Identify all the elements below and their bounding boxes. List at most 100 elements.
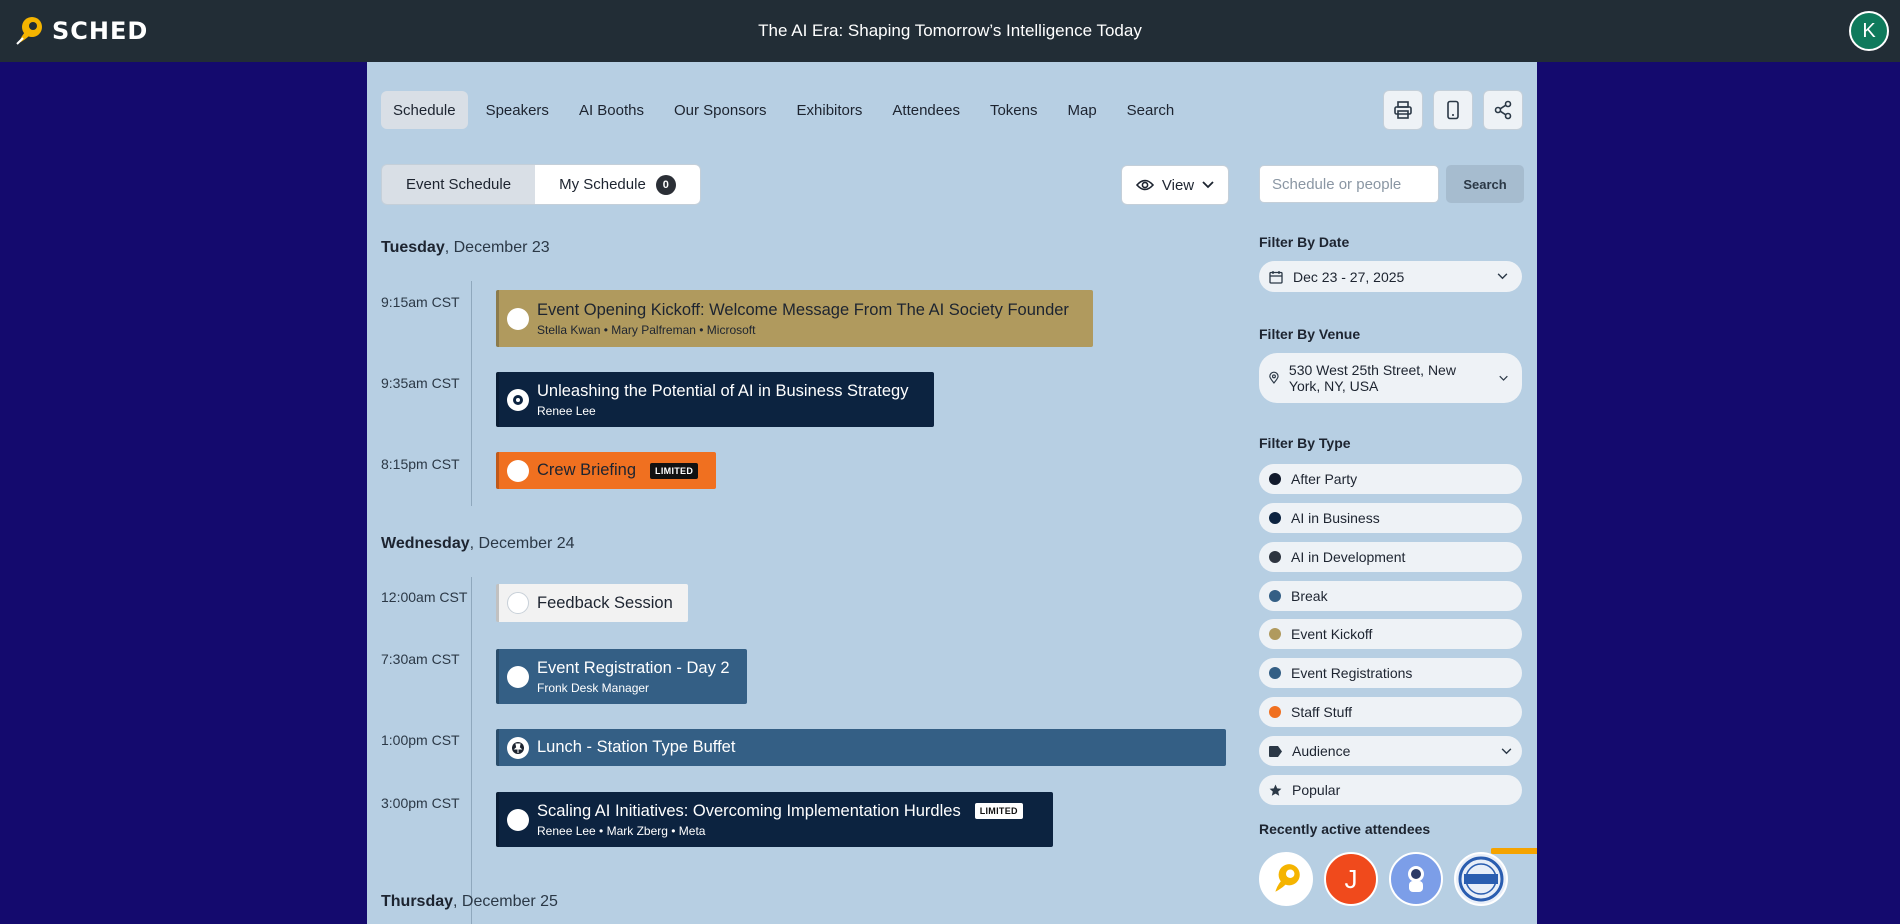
add-to-schedule-toggle[interactable] xyxy=(507,665,529,688)
type-name: Break xyxy=(1291,588,1328,604)
type-name: After Party xyxy=(1291,471,1358,487)
add-to-schedule-toggle[interactable] xyxy=(507,736,529,759)
session-title: Lunch - Station Type Buffet xyxy=(537,738,736,756)
astronaut-icon xyxy=(1408,866,1424,892)
add-to-schedule-toggle[interactable] xyxy=(507,592,529,614)
tab-speakers[interactable]: Speakers xyxy=(474,91,561,129)
session-time: 3:00pm CST xyxy=(381,795,460,811)
session-card-crew-briefing[interactable]: Crew Briefing LIMITED xyxy=(496,452,716,489)
type-filter-after-party[interactable]: After Party xyxy=(1259,464,1522,494)
session-card-lunch[interactable]: Lunch - Station Type Buffet xyxy=(496,729,1226,766)
search-input[interactable] xyxy=(1259,165,1439,203)
tab-attendees[interactable]: Attendees xyxy=(880,91,972,129)
top-bar: SCHED The AI Era: Shaping Tomorrow’s Int… xyxy=(0,0,1900,62)
recent-attendees-label: Recently active attendees xyxy=(1259,821,1431,837)
session-card-unleashing-ai[interactable]: Unleashing the Potential of AI in Busine… xyxy=(496,372,934,427)
weekday: Wednesday xyxy=(381,535,470,552)
session-card-registration[interactable]: Event Registration - Day 2 Fronk Desk Ma… xyxy=(496,649,747,704)
day-heading-wednesday: Wednesday, December 24 xyxy=(381,535,575,553)
session-speakers: Fronk Desk Manager xyxy=(537,680,650,695)
session-speakers: Renee Lee xyxy=(537,403,596,418)
my-schedule-count: 0 xyxy=(655,174,676,195)
filter-venue-select[interactable]: 530 West 25th Street, New York, NY, USA xyxy=(1259,353,1522,403)
type-name: AI in Development xyxy=(1291,549,1406,565)
popular-filter[interactable]: Popular xyxy=(1259,775,1522,805)
filter-venue-value: 530 West 25th Street, New York, NY, USA xyxy=(1288,361,1456,394)
main-panel: Schedule Speakers AI Booths Our Sponsors… xyxy=(367,62,1537,924)
type-name: Event Registrations xyxy=(1291,665,1413,681)
main-nav: Schedule Speakers AI Booths Our Sponsors… xyxy=(381,91,1186,129)
session-time: 9:15am CST xyxy=(381,294,460,310)
day-heading-thursday: Thursday, December 25 xyxy=(381,893,558,911)
tab-tokens[interactable]: Tokens xyxy=(978,91,1050,129)
session-card-event-opening[interactable]: Event Opening Kickoff: Welcome Message F… xyxy=(496,290,1093,347)
mobile-button[interactable] xyxy=(1433,90,1473,130)
share-button[interactable] xyxy=(1483,90,1523,130)
day-heading-tuesday: Tuesday, December 23 xyxy=(381,239,550,257)
type-color-dot xyxy=(1269,628,1281,640)
type-filter-event-kickoff[interactable]: Event Kickoff xyxy=(1259,619,1522,649)
session-title: Crew Briefing LIMITED xyxy=(537,461,704,480)
type-name: AI in Business xyxy=(1291,510,1380,526)
type-filter-break[interactable]: Break xyxy=(1259,581,1522,611)
session-title-text: Crew Briefing xyxy=(537,461,637,479)
my-schedule-tab[interactable]: My Schedule 0 xyxy=(535,165,700,204)
type-color-dot xyxy=(1269,590,1281,602)
session-title-text: Scaling AI Initiatives: Overcoming Imple… xyxy=(537,801,961,820)
session-card-scaling-ai[interactable]: Scaling AI Initiatives: Overcoming Imple… xyxy=(496,792,1053,847)
session-card-feedback[interactable]: Feedback Session xyxy=(496,584,688,622)
session-time: 7:30am CST xyxy=(381,651,460,667)
type-name: Event Kickoff xyxy=(1291,626,1373,642)
chevron-down-icon xyxy=(1202,181,1214,189)
my-schedule-label: My Schedule xyxy=(559,176,646,193)
popular-label: Popular xyxy=(1292,782,1341,798)
limited-badge: LIMITED xyxy=(650,462,699,479)
type-filter-staff-stuff[interactable]: Staff Stuff xyxy=(1259,697,1522,727)
type-color-dot xyxy=(1269,551,1281,563)
schedule-toggle: Event Schedule My Schedule 0 xyxy=(381,164,701,205)
tab-schedule[interactable]: Schedule xyxy=(381,91,468,129)
search-button[interactable]: Search xyxy=(1446,165,1524,203)
tab-exhibitors[interactable]: Exhibitors xyxy=(785,91,875,129)
tab-search[interactable]: Search xyxy=(1115,91,1187,129)
filter-date-label: Filter By Date xyxy=(1259,234,1350,250)
filter-date-select[interactable]: Dec 23 - 27, 2025 xyxy=(1259,261,1522,292)
eye-icon xyxy=(1135,179,1154,191)
type-filter-ai-in-business[interactable]: AI in Business xyxy=(1259,503,1522,533)
session-title: Event Opening Kickoff: Welcome Message F… xyxy=(537,300,1069,319)
timeline-line xyxy=(471,281,472,506)
attendee-avatar[interactable] xyxy=(1259,852,1313,906)
type-color-dot xyxy=(1269,512,1281,524)
pin-icon xyxy=(512,741,524,754)
rocket-icon xyxy=(1275,864,1300,892)
attendee-avatar[interactable] xyxy=(1389,852,1443,906)
add-to-schedule-toggle[interactable] xyxy=(507,307,529,330)
event-schedule-tab[interactable]: Event Schedule xyxy=(382,165,536,204)
badge-icon xyxy=(513,394,523,405)
session-time: 1:00pm CST xyxy=(381,732,460,748)
share-icon xyxy=(1494,100,1512,120)
type-filter-event-registrations[interactable]: Event Registrations xyxy=(1259,658,1522,688)
print-button[interactable] xyxy=(1383,90,1423,130)
tab-ai-booths[interactable]: AI Booths xyxy=(567,91,656,129)
audience-dropdown[interactable]: Audience xyxy=(1259,736,1522,766)
view-dropdown[interactable]: View xyxy=(1121,165,1229,205)
session-title: Event Registration - Day 2 xyxy=(537,658,730,677)
attendee-avatar[interactable]: J xyxy=(1324,852,1378,906)
filter-venue-label: Filter By Venue xyxy=(1259,326,1361,342)
type-filter-ai-in-development[interactable]: AI in Development xyxy=(1259,542,1522,572)
tab-our-sponsors[interactable]: Our Sponsors xyxy=(662,91,779,129)
add-to-schedule-toggle[interactable] xyxy=(507,388,529,411)
weekday: Tuesday xyxy=(381,239,445,256)
printer-icon xyxy=(1394,101,1412,119)
tag-icon xyxy=(1269,745,1282,757)
user-avatar[interactable]: K xyxy=(1849,11,1889,51)
mobile-icon xyxy=(1447,100,1459,120)
view-label: View xyxy=(1161,176,1195,194)
add-to-schedule-toggle[interactable] xyxy=(507,459,529,482)
audience-label: Audience xyxy=(1292,743,1351,759)
tab-map[interactable]: Map xyxy=(1055,91,1108,129)
limited-badge: LIMITED xyxy=(974,803,1023,819)
add-to-schedule-toggle[interactable] xyxy=(507,808,529,831)
chevron-down-icon xyxy=(1497,273,1508,280)
